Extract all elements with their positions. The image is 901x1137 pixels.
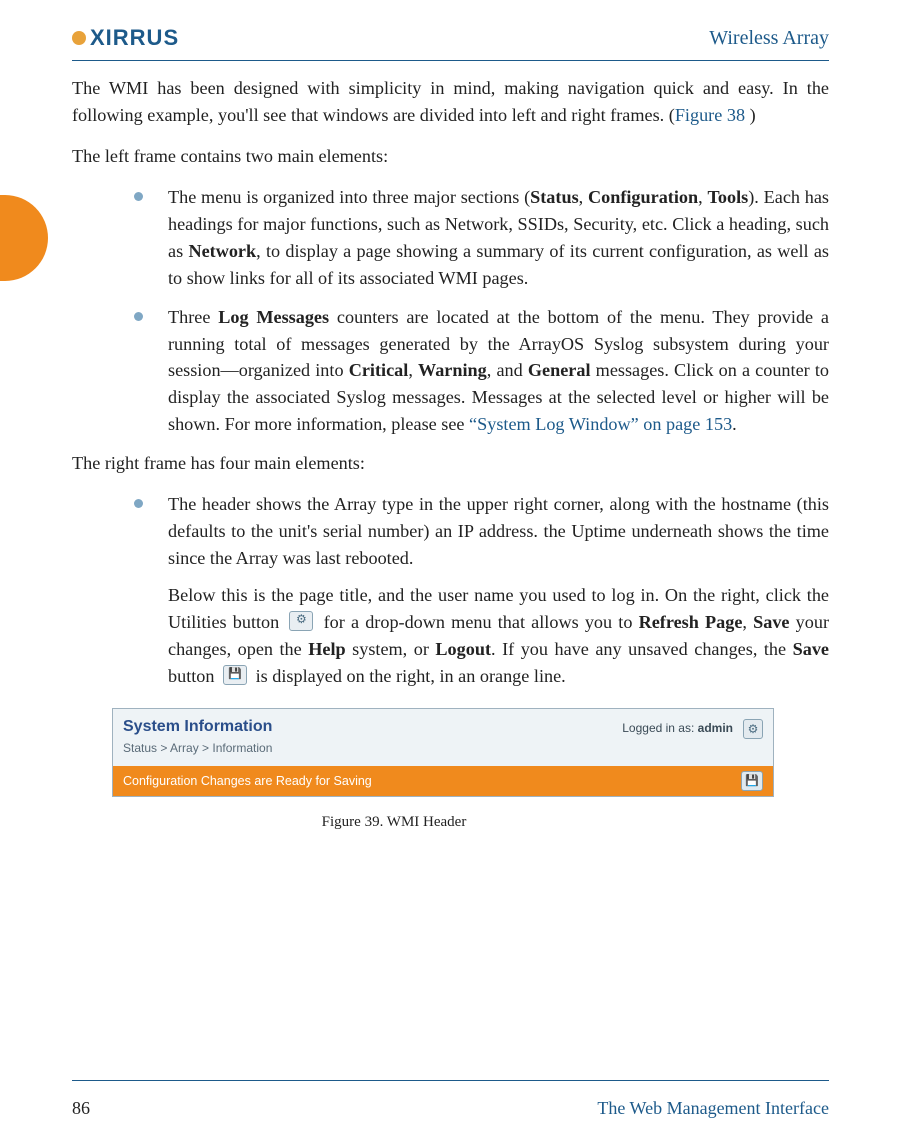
logo: XIRRUS	[72, 25, 179, 51]
text: , and	[487, 360, 528, 380]
save-button-label: Save	[793, 639, 829, 659]
text: button	[168, 666, 219, 686]
log-warning: Warning	[418, 360, 487, 380]
text: for a drop-down menu that allows you to	[317, 612, 638, 632]
product-name: Wireless Array	[709, 27, 829, 50]
text: . If you have any unsaved changes, the	[491, 639, 793, 659]
log-critical: Critical	[349, 360, 409, 380]
left-frame-intro: The left frame contains two main element…	[72, 143, 829, 170]
menu-section-status: Status	[530, 187, 579, 207]
logo-dot-icon	[72, 31, 86, 45]
text: system, or	[346, 639, 436, 659]
login-pre: Logged in as:	[622, 721, 697, 735]
menu-section-tools: Tools	[707, 187, 748, 207]
right-frame-intro: The right frame has four main elements:	[72, 450, 829, 477]
intro-text-post: )	[745, 105, 756, 125]
save-button[interactable]: 💾	[741, 771, 763, 791]
utilities-button[interactable]: ⚙	[743, 719, 763, 739]
header-description: The header shows the Array type in the u…	[168, 494, 829, 568]
page-footer: 86 The Web Management Interface	[72, 1098, 829, 1119]
wmi-breadcrumb: Status > Array > Information	[123, 740, 272, 758]
wmi-header-screenshot: System Information Status > Array > Info…	[112, 708, 774, 797]
unsaved-message: Configuration Changes are Ready for Savi…	[123, 772, 372, 791]
syslog-window-link[interactable]: “System Log Window” on page 153	[469, 414, 732, 434]
text: .	[732, 414, 737, 434]
header-rule	[72, 60, 829, 61]
utilities-button-icon	[289, 611, 313, 631]
menu-section-configuration: Configuration	[588, 187, 698, 207]
footer-rule	[72, 1080, 829, 1081]
logout-label: Logout	[435, 639, 491, 659]
list-item: The header shows the Array type in the u…	[112, 491, 829, 690]
wmi-page-title: System Information	[123, 715, 272, 739]
text: is displayed on the right, in an orange …	[251, 666, 566, 686]
logo-text: XIRRUS	[90, 25, 179, 51]
heading-network: Network	[188, 241, 256, 261]
log-general: General	[528, 360, 591, 380]
left-frame-list: The menu is organized into three major s…	[112, 184, 829, 438]
wmi-login-status: Logged in as: admin	[622, 720, 733, 738]
text: ,	[408, 360, 418, 380]
log-messages-label: Log Messages	[218, 307, 329, 327]
save-button-icon	[223, 665, 247, 685]
list-item: The menu is organized into three major s…	[112, 184, 829, 292]
figure-caption: Figure 39. WMI Header	[64, 811, 724, 833]
text: The menu is organized into three major s…	[168, 187, 530, 207]
list-item: Three Log Messages counters are located …	[112, 304, 829, 439]
page-number: 86	[72, 1098, 90, 1119]
wmi-unsaved-bar: Configuration Changes are Ready for Savi…	[113, 766, 773, 796]
text: , to display a page showing a summary of…	[168, 241, 829, 288]
figure-39: System Information Status > Array > Info…	[112, 708, 829, 834]
login-user: admin	[698, 721, 733, 735]
text: ,	[742, 612, 753, 632]
text: ,	[579, 187, 588, 207]
figure-38-link[interactable]: Figure 38	[675, 105, 745, 125]
side-tab-icon	[0, 195, 48, 281]
help-label: Help	[308, 639, 345, 659]
text: Three	[168, 307, 218, 327]
save-label: Save	[753, 612, 789, 632]
intro-paragraph: The WMI has been designed with simplicit…	[72, 75, 829, 129]
right-frame-list: The header shows the Array type in the u…	[112, 491, 829, 690]
page-header: XIRRUS Wireless Array	[72, 20, 829, 56]
footer-section: The Web Management Interface	[597, 1098, 829, 1119]
refresh-page-label: Refresh Page	[639, 612, 743, 632]
